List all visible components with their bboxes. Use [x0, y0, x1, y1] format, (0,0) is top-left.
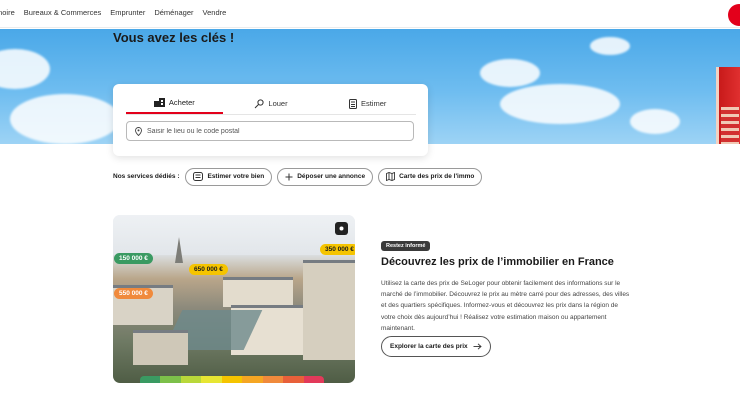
tab-label: Acheter	[168, 98, 195, 107]
services-label: Nos services dédiés :	[113, 173, 180, 180]
price-tag: 550 000 €	[114, 288, 153, 299]
nav-item-demenager[interactable]: Déménager	[154, 8, 193, 17]
tab-label: Louer	[268, 99, 288, 108]
nav-links: moire Bureaux & Commerces Emprunter Démé…	[0, 8, 235, 17]
building	[303, 260, 355, 360]
promo-title: Découvrez les prix de l’immobilier en Fr…	[381, 256, 614, 268]
cloud	[10, 94, 120, 144]
calculator-icon	[348, 98, 357, 109]
price-tag: 150 000 €	[114, 253, 153, 264]
nav-item-emprunter[interactable]: Emprunter	[110, 8, 145, 17]
building-image	[716, 67, 740, 144]
price-map-button[interactable]: Carte des prix de l'immo	[378, 167, 483, 186]
search-tabs: Acheter Louer Estimer	[126, 93, 416, 115]
arrow-right-icon	[473, 343, 482, 350]
building	[223, 277, 293, 307]
price-color-scale	[140, 376, 324, 383]
cloud	[630, 109, 680, 134]
nav-item-vendre[interactable]: Vendre	[203, 8, 227, 17]
account-button[interactable]	[728, 4, 740, 26]
sky	[113, 215, 355, 255]
nav-item-partial[interactable]: moire	[0, 8, 15, 17]
cloud	[500, 84, 620, 124]
tab-estimer[interactable]: Estimer	[319, 93, 416, 114]
estimate-icon	[193, 172, 204, 181]
pill-label: Carte des prix de l'immo	[399, 173, 475, 180]
pill-label: Estimer votre bien	[207, 173, 265, 180]
cloud	[0, 49, 50, 89]
cloud	[590, 37, 630, 55]
building-icon	[153, 98, 165, 107]
price-tag: 350 000 €	[320, 244, 355, 255]
explore-price-map-button[interactable]: Explorer la carte des prix	[381, 336, 491, 357]
estimate-property-button[interactable]: Estimer votre bien	[185, 167, 273, 186]
location-search-field[interactable]	[126, 121, 414, 141]
plus-icon	[285, 173, 293, 180]
promo-description: Utilisez la carte des prix de SeLoger po…	[381, 280, 630, 332]
price-tag: 650 000 €	[189, 264, 228, 275]
paris-price-map-image: 150 000 € 650 000 € 550 000 € 350 000 €	[113, 215, 355, 383]
tab-louer[interactable]: Louer	[223, 93, 320, 114]
post-listing-button[interactable]: Déposer une annonce	[277, 167, 374, 186]
button-label: Explorer la carte des prix	[390, 343, 468, 350]
tab-acheter[interactable]: Acheter	[126, 93, 223, 114]
nav-item-bureaux-commerces[interactable]: Bureaux & Commerces	[24, 8, 102, 17]
cloud	[480, 59, 540, 87]
services-row: Nos services dédiés : Estimer votre bien…	[113, 167, 487, 186]
status-badge: Restez informé	[381, 241, 431, 251]
search-card: Acheter Louer Estimer	[113, 84, 428, 156]
tab-label: Estimer	[360, 99, 387, 108]
location-input[interactable]	[147, 127, 407, 135]
location-pin-icon	[135, 126, 142, 136]
eiffel-tower	[175, 237, 183, 263]
key-icon	[255, 98, 265, 108]
top-navigation: moire Bureaux & Commerces Emprunter Démé…	[0, 0, 740, 28]
map-icon	[386, 172, 396, 181]
camera-icon[interactable]	[335, 222, 348, 235]
hero-title: Vous avez les clés !	[113, 30, 235, 45]
pill-label: Déposer une annonce	[297, 173, 366, 180]
building	[133, 330, 188, 365]
